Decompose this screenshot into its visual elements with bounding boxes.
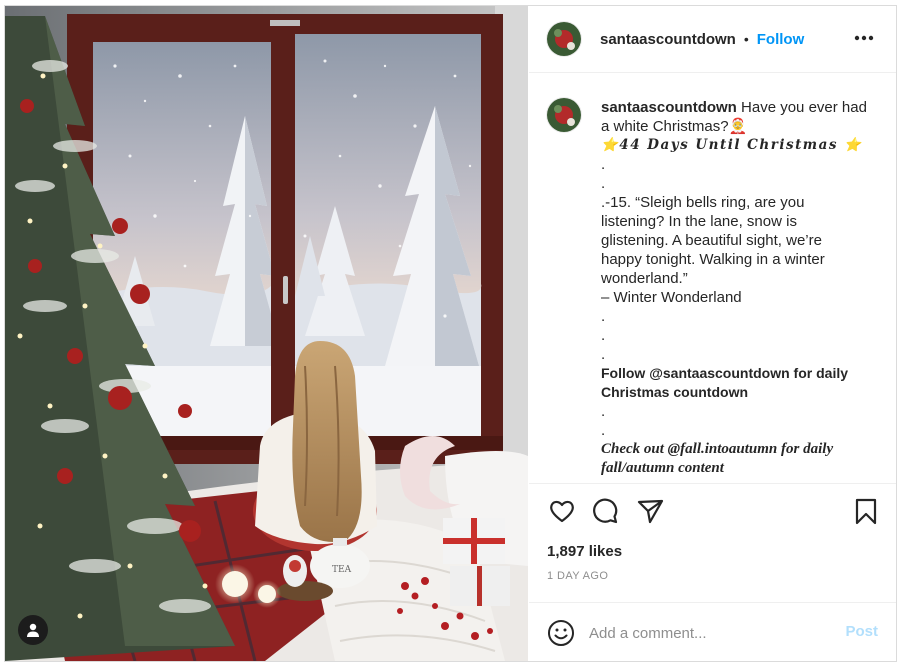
paper-plane-icon — [637, 499, 664, 524]
svg-text:TEA: TEA — [332, 565, 352, 575]
bookmark-icon — [855, 498, 877, 525]
caption-section: santaascountdown Have you ever had a whi… — [529, 73, 896, 483]
caption-line: – Winter Wonderland — [601, 289, 742, 306]
caption-line: fall/autumn content — [601, 460, 724, 476]
caption-line: glistening. A beautiful sight, we’re — [601, 232, 822, 249]
comment-bar: Post — [529, 602, 896, 661]
caption-text: santaascountdown Have you ever had a whi… — [601, 98, 883, 478]
comment-input[interactable] — [589, 622, 829, 644]
post-comment-button[interactable]: Post — [845, 623, 878, 640]
caption-line: . — [601, 327, 606, 344]
caption-line: Christmas countdown — [601, 384, 749, 400]
caption-line: . — [601, 403, 606, 420]
comment-button[interactable] — [590, 496, 620, 526]
heart-icon — [550, 500, 574, 523]
caption-line: happy tonight. Walking in a winter — [601, 251, 825, 268]
caption-line: . — [601, 156, 606, 173]
share-button[interactable] — [635, 496, 665, 526]
action-bar — [529, 483, 896, 539]
separator-dot: • — [743, 31, 749, 47]
caption-line: . — [601, 346, 606, 363]
caption-line: . — [601, 308, 606, 325]
post-timestamp[interactable]: 1 DAY AGO — [547, 570, 608, 582]
caption-line: ⭐44 𝑫𝒂𝒚𝒔 𝑼𝒏𝒕𝒊𝒍 𝑪𝒉𝒓𝒊𝒔𝒕𝒎𝒂𝒔 ⭐ — [601, 137, 863, 153]
person-icon — [27, 623, 39, 637]
avatar-image — [547, 98, 581, 132]
caption-line: Follow @santaascountdown for daily — [601, 365, 849, 381]
caption-first-line: santaascountdown Have you ever had — [601, 98, 883, 117]
caption-line: .-15. “Sleigh bells ring, are you — [601, 194, 805, 211]
caption-line: Have you ever had — [741, 99, 867, 116]
caption-line: wonderland.” — [601, 270, 688, 287]
post-photo[interactable]: TEA — [5, 6, 528, 661]
post-header: santaascountdown • Follow — [529, 6, 896, 73]
post-side-panel: santaascountdown • Follow santaascountdo… — [529, 6, 896, 661]
likes-count[interactable]: 1,897 likes — [547, 543, 622, 560]
caption-line: listening? In the lane, snow is — [601, 213, 797, 230]
header-username[interactable]: santaascountdown — [600, 31, 736, 48]
save-button[interactable] — [851, 496, 881, 526]
smiley-icon — [548, 620, 574, 646]
more-options-button[interactable] — [852, 28, 876, 48]
caption-username[interactable]: santaascountdown — [601, 99, 737, 116]
caption-line: . — [601, 422, 606, 439]
user-tag-button[interactable] — [18, 615, 48, 645]
follow-button[interactable]: Follow — [757, 31, 805, 48]
caption-avatar[interactable] — [547, 98, 581, 132]
like-button[interactable] — [547, 496, 577, 526]
instagram-post: TEA santaascountdown • Follow santaascou… — [4, 5, 897, 662]
caption-line: a white Christmas?🤶 — [601, 118, 748, 135]
emoji-button[interactable] — [547, 619, 575, 647]
avatar[interactable] — [547, 22, 581, 56]
avatar-image — [547, 22, 581, 56]
comment-icon — [593, 498, 618, 524]
winter-window-scene: TEA — [5, 6, 528, 661]
more-horizontal-icon — [854, 35, 874, 41]
caption-line: Check out @fall.intoautumn for daily — [601, 441, 834, 457]
caption-line: . — [601, 175, 606, 192]
